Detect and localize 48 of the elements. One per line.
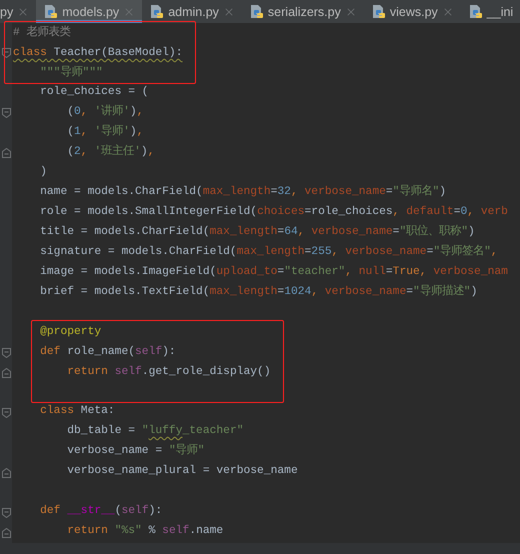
file-tab[interactable]: models.py <box>36 0 142 23</box>
python-file-icon <box>372 4 386 19</box>
code-line: def role_name(self): <box>40 344 176 360</box>
file-tab[interactable]: views.py <box>364 0 461 23</box>
close-icon[interactable] <box>222 6 235 18</box>
code-line: title = models.CharField(max_length=64, verbose_name="职位、职称") <box>39 224 475 240</box>
code-line: verbose_name = "导师" <box>66 442 204 459</box>
code-line: (1, '导师'), <box>66 124 144 140</box>
code-line: role_choices = ( <box>39 84 149 100</box>
code-line: ) <box>39 164 47 180</box>
fold-icon[interactable] <box>2 368 10 378</box>
code-line: class Teacher(BaseModel): <box>13 46 182 61</box>
fold-icon[interactable] <box>2 108 10 118</box>
code-line: """导师""" <box>39 64 103 81</box>
code-line: (2, '班主任'), <box>66 143 154 160</box>
code-line: db_table = "luffy_teacher" <box>66 424 244 439</box>
fold-icon[interactable] <box>2 348 10 358</box>
close-icon[interactable] <box>123 6 136 18</box>
code-line: role = models.SmallIntegerField(choices=role_choices, default=0, verb <box>39 204 508 220</box>
file-tab[interactable]: admin.py <box>142 0 242 23</box>
code-line: return "%s" % self.name <box>66 524 224 539</box>
file-tab[interactable]: __ini <box>460 0 520 23</box>
fold-icon[interactable] <box>2 408 10 418</box>
code-line: (0, '讲师'), <box>66 104 144 120</box>
file-tab[interactable]: serializers.py <box>242 0 364 23</box>
code-line: return self.get_role_display() <box>66 364 271 380</box>
python-file-icon <box>44 4 58 19</box>
code-line: verbose_name_plural = verbose_name <box>66 464 298 479</box>
file-tab[interactable]: py <box>0 0 36 23</box>
close-icon[interactable] <box>344 6 357 18</box>
code-line: image = models.ImageField(upload_to="teacher", null=True, verbose_nam <box>39 264 508 280</box>
code-line: class Meta: <box>39 404 115 419</box>
fold-icon[interactable] <box>2 48 10 58</box>
fold-icon[interactable] <box>2 468 10 478</box>
code-line: @property <box>40 324 102 340</box>
close-icon[interactable] <box>17 6 30 18</box>
code-line: def __str__(self): <box>39 504 162 519</box>
python-file-icon <box>150 4 164 19</box>
code-line: name = models.CharField(max_length=32, verbose_name="导师名") <box>39 184 446 200</box>
fold-icon[interactable] <box>2 508 10 518</box>
fold-icon[interactable] <box>2 528 10 538</box>
close-icon[interactable] <box>442 6 454 18</box>
code-line: # 老师表类 <box>13 24 71 41</box>
fold-icon[interactable] <box>2 148 10 158</box>
python-file-icon <box>468 4 483 19</box>
code-line: signature = models.CharField(max_length=255, verbose_name="导师签名", <box>39 244 498 260</box>
code-line: brief = models.TextField(max_length=1024, verbose_name="导师描述") <box>39 284 478 300</box>
python-file-icon <box>250 4 264 19</box>
